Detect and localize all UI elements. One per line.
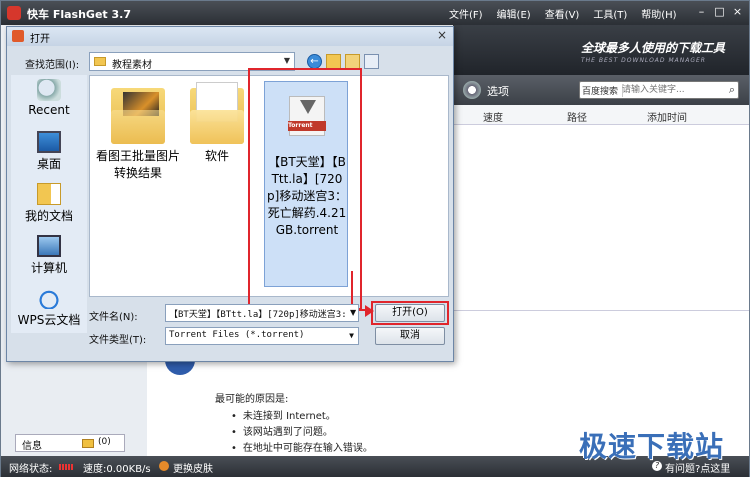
search-engine-select[interactable]: 百度搜索 [582,84,624,97]
open-dialog: 打开 × 查找范围(I): 教程素材 ▼ ← Recent 桌面 我的文档 计算… [6,26,454,362]
banner: 全球最多人使用的下载工具 THE BEST DOWNLOAD MANAGER [453,25,749,75]
new-folder-icon[interactable] [345,54,360,69]
network-signal-icon [59,464,73,470]
filetype-value: Torrent Files (*.torrent) [169,330,305,340]
dialog-title: 打开 [30,34,50,45]
folder-icon [190,82,244,144]
reason-item: 在地址中可能存在输入错误。 [231,439,373,454]
menu-view[interactable]: 查看(V) [545,6,580,21]
options-label[interactable]: 选项 [487,83,509,99]
lookin-value: 教程素材 [112,60,152,71]
column-speed[interactable]: 速度 [483,109,503,124]
download-list-header: 速度 路径 添加时间 [453,105,749,125]
options-icon[interactable] [463,81,481,99]
cloud-icon [37,287,61,309]
menu-help[interactable]: 帮助(H) [641,6,676,21]
app-title: 快车 FlashGet 3.7 [27,8,131,21]
dialog-nav-toolbar: ← [307,54,379,69]
documents-icon [37,183,61,205]
search-box: 百度搜索 ⌕ [579,81,739,99]
slogan: 全球最多人使用的下载工具 [581,41,726,55]
torrent-file-item[interactable]: Torrent 【BT天堂】【BTtt.la】[720p]移动迷宫3：死亡解药.… [264,81,348,287]
place-label: 桌面 [36,157,61,171]
folder-name: 看图王批量图片转换结果 [96,149,181,180]
flashget-logo-icon [7,6,21,20]
view-menu-icon[interactable] [364,54,379,69]
chevron-down-icon[interactable]: ▼ [350,308,356,317]
place-recent[interactable]: Recent [11,79,87,117]
dialog-titlebar: 打开 × [7,27,453,46]
info-count: (0) [98,437,111,447]
filetype-label: 文件类型(T): [89,335,147,346]
dialog-app-icon [12,30,24,42]
torrent-tag: Torrent [288,121,326,131]
maximize-icon[interactable]: □ [712,5,727,19]
place-wps-cloud[interactable]: WPS云文档 [11,287,87,328]
place-documents[interactable]: 我的文档 [11,183,87,224]
menu-file[interactable]: 文件(F) [449,6,483,21]
place-label: Recent [28,103,70,117]
place-computer[interactable]: 计算机 [11,235,87,276]
minimize-icon[interactable]: – [694,5,709,19]
menu-bar: 文件(F) 编辑(E) 查看(V) 工具(T) 帮助(H) [449,6,691,21]
search-input[interactable] [622,83,710,97]
folder-item[interactable]: 看图王批量图片转换结果 [96,82,180,182]
recent-icon [37,79,61,101]
up-folder-icon[interactable] [326,54,341,69]
folder-icon [111,82,165,144]
open-button[interactable]: 打开(O) [375,304,445,322]
change-skin-link[interactable]: 更换皮肤 [173,460,213,475]
menu-edit[interactable]: 编辑(E) [497,6,531,21]
torrent-file-icon: Torrent [288,96,326,136]
info-label: 信息 [22,441,42,452]
reason-title: 最可能的原因是: [215,394,289,405]
back-icon[interactable]: ← [307,54,322,69]
mail-icon [82,439,94,448]
download-list[interactable] [453,125,749,310]
menu-tools[interactable]: 工具(T) [593,6,627,21]
filename-label: 文件名(N): [89,312,138,323]
chevron-down-icon: ▼ [283,56,290,65]
place-label: 我的文档 [24,209,73,223]
watermark: 极速下载站 [579,430,725,463]
close-icon[interactable]: × [730,5,745,19]
folder-item[interactable]: 软件 [182,82,252,165]
computer-icon [37,235,61,257]
lookin-label: 查找范围(I): [25,60,80,71]
folder-icon [94,57,106,66]
desktop-icon [37,131,61,153]
places-bar: Recent 桌面 我的文档 计算机 WPS云文档 [11,75,87,333]
slogan-en: THE BEST DOWNLOAD MANAGER [581,57,706,64]
torrent-file-name: 【BT天堂】【BTtt.la】[720p]移动迷宫3：死亡解药.4.21GB.t… [267,155,347,237]
speed-status: 速度:0.00KB/s [83,464,151,475]
reason-item: 未连接到 Internet。 [231,407,336,422]
column-path[interactable]: 路径 [567,109,587,124]
column-added-time[interactable]: 添加时间 [647,109,687,124]
app-titlebar: 快车 FlashGet 3.7 文件(F) 编辑(E) 查看(V) 工具(T) … [1,1,749,25]
place-desktop[interactable]: 桌面 [11,131,87,172]
search-icon[interactable]: ⌕ [729,83,735,97]
skin-icon[interactable] [159,461,169,471]
window-controls: – □ × [694,5,745,19]
file-list: 看图王批量图片转换结果 软件 Torrent 【BT天堂】【BTtt.la】[7… [89,68,449,310]
close-icon[interactable]: × [437,28,447,42]
cancel-button[interactable]: 取消 [375,327,445,345]
info-tab[interactable]: 信息 (0) [15,434,125,452]
filetype-select[interactable]: Torrent Files (*.torrent) ▼ [165,327,359,345]
folder-name: 软件 [204,149,229,163]
filename-input[interactable]: 【BT天堂】【BTtt.la】[720p]移动迷宫3: [165,304,359,322]
chevron-down-icon: ▼ [349,331,354,340]
place-label: 计算机 [30,261,67,275]
place-label: WPS云文档 [17,313,81,327]
lookin-select[interactable]: 教程素材 ▼ [89,52,295,71]
network-status-label: 网络状态: [9,464,53,475]
reason-item: 该网站遇到了问题。 [231,423,333,438]
toolbar: 选项 百度搜索 ⌕ [453,75,749,105]
pointer-arrow-icon [365,305,374,317]
